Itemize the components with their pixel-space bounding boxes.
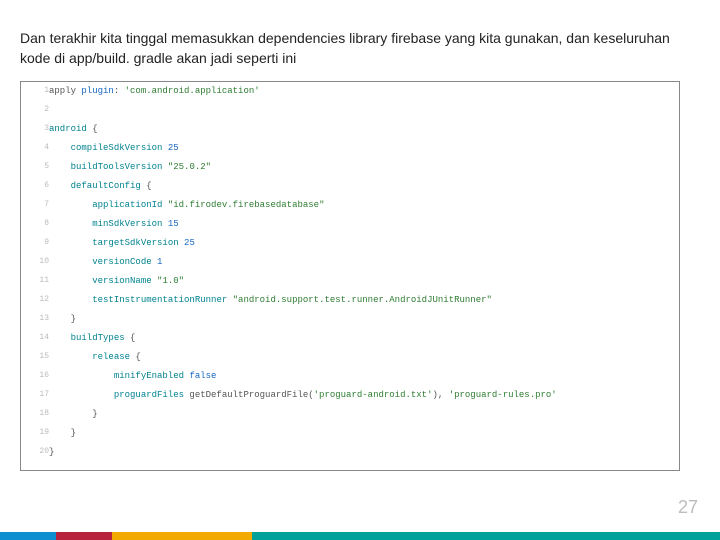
line-number: 9 (21, 234, 49, 253)
footer-accent-bar (0, 532, 720, 540)
line-number: 5 (21, 158, 49, 177)
code-content: buildTypes { (49, 329, 679, 348)
code-content: buildToolsVersion "25.0.2" (49, 158, 679, 177)
code-line: 14 buildTypes { (21, 329, 679, 348)
line-number: 14 (21, 329, 49, 348)
code-line: 4 compileSdkVersion 25 (21, 139, 679, 158)
line-number: 17 (21, 386, 49, 405)
code-content: android { (49, 120, 679, 139)
code-line: 11 versionName "1.0" (21, 272, 679, 291)
code-line: 1apply plugin: 'com.android.application' (21, 82, 679, 101)
code-line: 15 release { (21, 348, 679, 367)
code-content: } (49, 310, 679, 329)
code-content (49, 101, 679, 120)
code-line: 13 } (21, 310, 679, 329)
code-line: 18 } (21, 405, 679, 424)
line-number: 15 (21, 348, 49, 367)
line-number: 7 (21, 196, 49, 215)
code-content: release { (49, 348, 679, 367)
code-line: 9 targetSdkVersion 25 (21, 234, 679, 253)
code-line: 5 buildToolsVersion "25.0.2" (21, 158, 679, 177)
code-line: 8 minSdkVersion 15 (21, 215, 679, 234)
line-number: 1 (21, 82, 49, 101)
line-number: 13 (21, 310, 49, 329)
line-number: 20 (21, 443, 49, 462)
code-block: 1apply plugin: 'com.android.application'… (20, 81, 680, 471)
code-content: apply plugin: 'com.android.application' (49, 82, 679, 101)
code-content: proguardFiles getDefaultProguardFile('pr… (49, 386, 679, 405)
line-number: 12 (21, 291, 49, 310)
page-number: 27 (678, 497, 698, 518)
code-line: 6 defaultConfig { (21, 177, 679, 196)
code-line: 17 proguardFiles getDefaultProguardFile(… (21, 386, 679, 405)
code-content: versionName "1.0" (49, 272, 679, 291)
code-content: applicationId "id.firodev.firebasedataba… (49, 196, 679, 215)
line-number: 16 (21, 367, 49, 386)
line-number: 11 (21, 272, 49, 291)
code-line: 2 (21, 101, 679, 120)
line-number: 2 (21, 101, 49, 120)
code-line: 10 versionCode 1 (21, 253, 679, 272)
line-number: 10 (21, 253, 49, 272)
line-number: 4 (21, 139, 49, 158)
code-content: minSdkVersion 15 (49, 215, 679, 234)
code-content: defaultConfig { (49, 177, 679, 196)
code-content: testInstrumentationRunner "android.suppo… (49, 291, 679, 310)
line-number: 18 (21, 405, 49, 424)
code-content: targetSdkVersion 25 (49, 234, 679, 253)
code-line: 7 applicationId "id.firodev.firebasedata… (21, 196, 679, 215)
code-line: 20} (21, 443, 679, 462)
slide-description: Dan terakhir kita tinggal memasukkan dep… (20, 28, 700, 69)
code-line: 16 minifyEnabled false (21, 367, 679, 386)
code-line: 19 } (21, 424, 679, 443)
code-table: 1apply plugin: 'com.android.application'… (21, 82, 679, 462)
code-content: } (49, 443, 679, 462)
line-number: 6 (21, 177, 49, 196)
code-line: 3android { (21, 120, 679, 139)
code-content: minifyEnabled false (49, 367, 679, 386)
code-line: 12 testInstrumentationRunner "android.su… (21, 291, 679, 310)
code-content: compileSdkVersion 25 (49, 139, 679, 158)
line-number: 8 (21, 215, 49, 234)
code-content: } (49, 424, 679, 443)
code-content: } (49, 405, 679, 424)
line-number: 3 (21, 120, 49, 139)
code-content: versionCode 1 (49, 253, 679, 272)
line-number: 19 (21, 424, 49, 443)
